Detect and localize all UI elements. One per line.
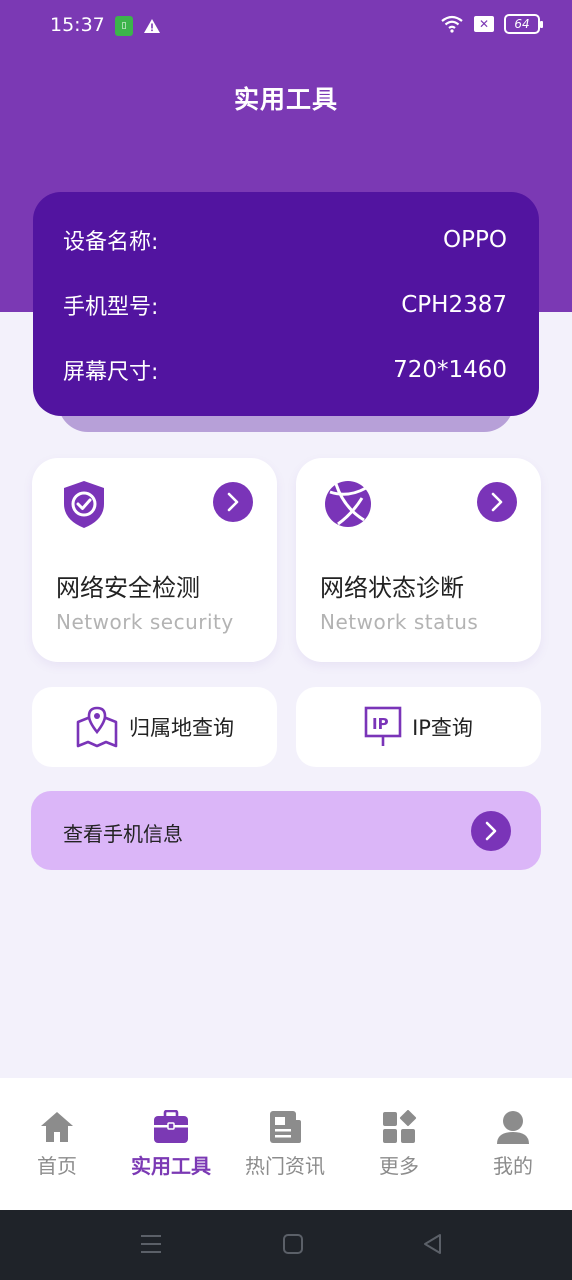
battery-icon: 64 — [504, 14, 543, 34]
nav-item-home[interactable]: 首页 — [0, 1110, 114, 1179]
nav-item-more[interactable]: 更多 — [342, 1110, 456, 1179]
location-lookup-button[interactable]: 归属地查询 — [32, 687, 277, 767]
page-title: 实用工具 — [233, 85, 338, 114]
grid-icon — [383, 1110, 417, 1143]
network-security-card[interactable]: 网络安全检测 Network security — [32, 458, 277, 662]
device-name-row: 设备名称: OPPO — [63, 220, 507, 260]
header: 实用工具 — [0, 52, 572, 140]
status-bar: 15:37 ▯ ✕ 64 — [0, 0, 572, 52]
network-status-subtitle: Network status — [320, 610, 479, 634]
toolbox-icon — [154, 1110, 188, 1143]
nav-label-tools: 实用工具 — [131, 1154, 211, 1178]
ip-lookup-button[interactable]: IP IP查询 — [296, 687, 541, 767]
network-security-subtitle: Network security — [56, 610, 234, 634]
home-button-icon[interactable] — [282, 1232, 304, 1256]
phone-info-arrow-button[interactable] — [471, 811, 511, 851]
back-icon[interactable] — [422, 1232, 444, 1256]
nav-label-home: 首页 — [37, 1154, 77, 1178]
sim-icon: ▯ — [115, 16, 133, 36]
bottom-nav: 首页 实用工具 热门资讯 更多 我的 — [0, 1078, 572, 1210]
screen-size-label: 屏幕尺寸: — [63, 360, 159, 385]
nav-label-more: 更多 — [379, 1154, 419, 1178]
chevron-right-icon — [485, 821, 497, 841]
no-sim-icon: ✕ — [474, 16, 494, 32]
nav-item-profile[interactable]: 我的 — [456, 1110, 570, 1179]
warning-icon — [144, 19, 160, 33]
device-model-row: 手机型号: CPH2387 — [63, 285, 507, 325]
svg-text:IP: IP — [372, 715, 389, 733]
screen-size-row: 屏幕尺寸: 720*1460 — [63, 350, 507, 390]
device-info-card: 设备名称: OPPO 手机型号: CPH2387 屏幕尺寸: 720*1460 — [33, 192, 539, 416]
nav-item-news[interactable]: 热门资讯 — [228, 1110, 342, 1179]
wifi-icon — [441, 15, 463, 33]
network-security-title: 网络安全检测 — [56, 574, 200, 602]
shield-check-icon — [64, 481, 104, 528]
network-status-arrow-button[interactable] — [477, 482, 517, 522]
device-name-value: OPPO — [443, 227, 507, 253]
location-lookup-label: 归属地查询 — [129, 716, 234, 740]
network-status-title: 网络状态诊断 — [320, 574, 464, 602]
user-icon — [497, 1111, 529, 1144]
nav-item-tools[interactable]: 实用工具 — [114, 1110, 228, 1179]
device-model-value: CPH2387 — [401, 292, 507, 318]
news-icon — [270, 1111, 301, 1143]
system-nav-bar — [0, 1210, 572, 1280]
phone-info-bar[interactable]: 查看手机信息 — [31, 791, 541, 870]
nav-label-news: 热门资讯 — [245, 1154, 325, 1178]
network-status-card[interactable]: 网络状态诊断 Network status — [296, 458, 541, 662]
network-security-arrow-button[interactable] — [213, 482, 253, 522]
screen-size-value: 720*1460 — [393, 357, 507, 383]
ip-lookup-label: IP查询 — [412, 716, 473, 740]
map-pin-icon — [76, 706, 118, 748]
status-time: 15:37 — [50, 14, 105, 36]
menu-icon[interactable] — [140, 1232, 162, 1256]
phone-info-label: 查看手机信息 — [63, 822, 183, 846]
globe-icon — [325, 481, 371, 527]
chevron-right-icon — [491, 492, 503, 512]
device-name-label: 设备名称: — [63, 230, 159, 255]
device-model-label: 手机型号: — [63, 295, 159, 320]
ip-icon: IP — [364, 706, 402, 746]
chevron-right-icon — [227, 492, 239, 512]
nav-label-profile: 我的 — [493, 1154, 533, 1178]
home-icon — [41, 1112, 73, 1142]
